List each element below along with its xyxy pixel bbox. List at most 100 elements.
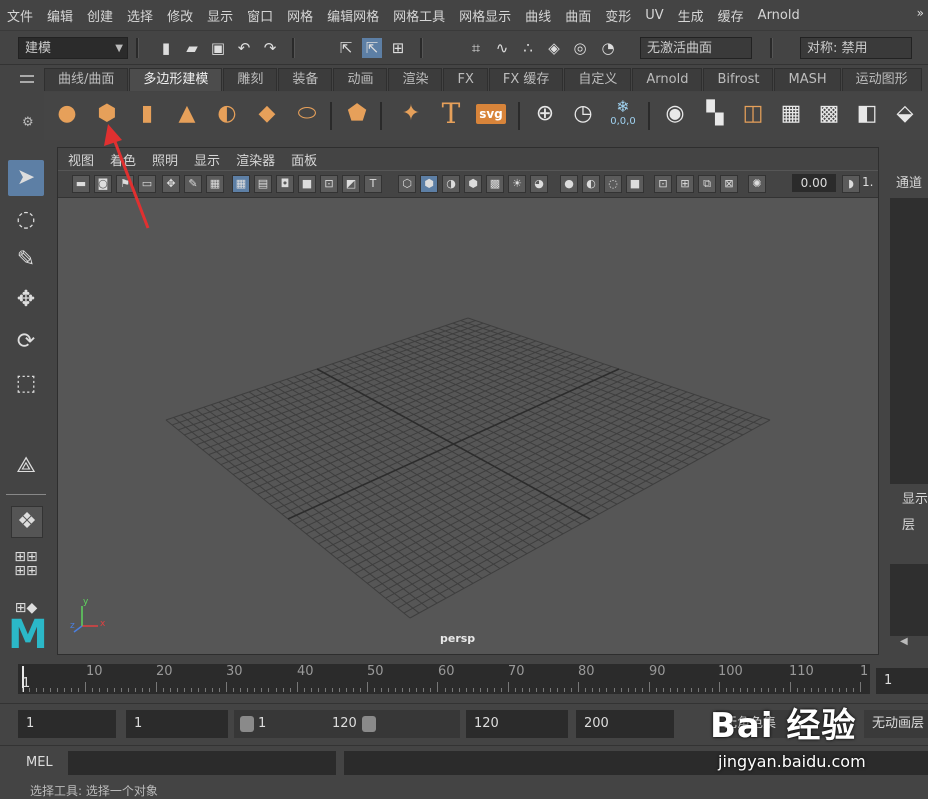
menu-uv[interactable]: UV	[638, 8, 670, 23]
tab-fx-caching[interactable]: FX 缓存	[488, 68, 564, 91]
poly-plane-icon[interactable]: ◆	[252, 98, 282, 130]
viewport-menu-view[interactable]: 视图	[60, 150, 102, 169]
four-view-icon[interactable]: ⊞⊞ ⊞⊞	[8, 550, 44, 584]
select-component-icon[interactable]: ⊞	[388, 38, 408, 58]
anti-alias-icon[interactable]: ◐	[582, 175, 600, 193]
menu-mesh-display[interactable]: 网格显示	[452, 6, 518, 25]
safe-title-icon[interactable]: T	[364, 175, 382, 193]
menu-arnold[interactable]: Arnold	[751, 8, 807, 23]
paint-select-icon[interactable]: ✎	[8, 242, 44, 278]
separate-icon[interactable]: ▚	[700, 98, 730, 130]
menu-select[interactable]: 选择	[120, 6, 160, 25]
boolean-icon[interactable]: ◧	[852, 98, 882, 130]
tab-arnold[interactable]: Arnold	[632, 68, 703, 91]
menu-overflow-icon[interactable]: »	[917, 6, 924, 20]
exposure-field[interactable]: 0.00	[792, 174, 836, 192]
live-surface-field[interactable]: 无激活曲面	[640, 37, 752, 59]
scroll-left-icon[interactable]: ◀	[900, 636, 908, 647]
tab-rigging[interactable]: 装备	[278, 68, 333, 91]
playback-end-field[interactable]: 120	[466, 710, 568, 738]
exposure-icon[interactable]: ✺	[748, 175, 766, 193]
menu-set-dropdown[interactable]: 建模 ▼	[18, 37, 128, 59]
poly-sphere-icon[interactable]: ●	[52, 98, 82, 130]
select-hierarchy-icon[interactable]: ⇱	[336, 38, 356, 58]
snap-surface-icon[interactable]: ◎	[570, 38, 590, 58]
menu-mesh-tools[interactable]: 网格工具	[386, 6, 452, 25]
svg-icon[interactable]: svg	[476, 104, 506, 124]
menu-deform[interactable]: 变形	[598, 6, 638, 25]
poly-disk-icon[interactable]: ⬭	[292, 98, 322, 130]
layer-editor-layers-label[interactable]: 层	[902, 514, 915, 533]
current-frame-field[interactable]: 1	[876, 668, 928, 694]
menu-edit[interactable]: 编辑	[40, 6, 80, 25]
tab-rendering[interactable]: 渲染	[388, 68, 443, 91]
range-end-handle[interactable]	[362, 716, 376, 732]
snap-point-icon[interactable]: ∴	[518, 38, 538, 58]
combine-icon[interactable]: ◉	[660, 98, 690, 130]
undo-icon[interactable]: ↶	[234, 38, 254, 58]
grid-icon[interactable]: ▦	[232, 175, 250, 193]
snap-grid-icon[interactable]: ⌗	[466, 38, 486, 58]
lasso-tool-icon[interactable]: ◌	[8, 202, 44, 238]
grid-toggle-icon[interactable]: ▦	[206, 175, 224, 193]
safe-action-icon[interactable]: ◩	[342, 175, 360, 193]
gate-mask-icon[interactable]: ■	[298, 175, 316, 193]
default-material-icon[interactable]: ◑	[442, 175, 460, 193]
menu-edit-mesh[interactable]: 编辑网格	[320, 6, 386, 25]
poly-torus-icon[interactable]: ◐	[212, 98, 242, 130]
viewport-menu-panels[interactable]: 面板	[283, 150, 325, 169]
menu-modify[interactable]: 修改	[160, 6, 200, 25]
tab-bifrost[interactable]: Bifrost	[703, 68, 774, 91]
menu-generate[interactable]: 生成	[671, 6, 711, 25]
select-object-icon[interactable]: ⇱	[362, 38, 382, 58]
tab-fx[interactable]: FX	[443, 68, 488, 91]
single-view-icon[interactable]: ❖	[11, 506, 43, 538]
menu-display[interactable]: 显示	[200, 6, 240, 25]
animation-start-field[interactable]: 1	[18, 710, 116, 738]
extract-icon[interactable]: ▩	[814, 98, 844, 130]
gamma-field[interactable]: 1.	[862, 175, 873, 189]
isolate-icon[interactable]: ■	[626, 175, 644, 193]
resolution-gate-icon[interactable]: ◘	[276, 175, 294, 193]
xray-component-icon[interactable]: ⧉	[698, 175, 716, 193]
sweep-mesh-icon[interactable]: ⊕	[530, 98, 560, 130]
select-tool-icon[interactable]: ➤	[8, 160, 44, 196]
layer-editor-display-tab[interactable]: 显示	[902, 488, 928, 507]
viewport-menu-show[interactable]: 显示	[186, 150, 228, 169]
ao-icon[interactable]: ◕	[530, 175, 548, 193]
grease-pencil-icon[interactable]: ✎	[184, 175, 202, 193]
menu-cache[interactable]: 缓存	[711, 6, 751, 25]
channel-box-title[interactable]: 通道	[896, 172, 922, 191]
poly-text-icon[interactable]: T	[436, 98, 466, 130]
tab-animation[interactable]: 动画	[333, 68, 388, 91]
tab-motion-graphics[interactable]: 运动图形	[841, 68, 922, 91]
range-start-handle[interactable]	[240, 716, 254, 732]
xray-icon[interactable]: ⊡	[654, 175, 672, 193]
viewport-menu-renderer[interactable]: 渲染器	[228, 150, 283, 169]
2d-pan-icon[interactable]: ✥	[162, 175, 180, 193]
dof-icon[interactable]: ◌	[604, 175, 622, 193]
playback-start-field[interactable]: 1	[126, 710, 228, 738]
mirror-icon[interactable]: ◫	[738, 98, 768, 130]
shelf-gear-icon[interactable]: ⚙	[22, 115, 34, 130]
snap-curve-icon[interactable]: ∿	[492, 38, 512, 58]
save-scene-icon[interactable]: ▣	[208, 38, 228, 58]
tab-custom[interactable]: 自定义	[564, 68, 632, 91]
bevel-icon[interactable]: ◷	[568, 98, 598, 130]
menu-curves[interactable]: 曲线	[518, 6, 558, 25]
wireframe-icon[interactable]: ⬡	[398, 175, 416, 193]
poly-cone-icon[interactable]: ▲	[172, 98, 202, 130]
symmetry-dropdown[interactable]: 对称: 禁用	[800, 37, 912, 59]
tab-sculpting[interactable]: 雕刻	[223, 68, 278, 91]
command-input[interactable]	[68, 751, 336, 775]
snap-view-icon[interactable]: ◈	[544, 38, 564, 58]
layer-list[interactable]	[890, 564, 928, 636]
tab-curves-surfaces[interactable]: 曲线/曲面	[44, 68, 129, 91]
film-gate-icon[interactable]: ▤	[254, 175, 272, 193]
lights-icon[interactable]: ☀	[508, 175, 526, 193]
scale-tool-icon[interactable]: ⬚	[8, 366, 44, 402]
rotate-tool-icon[interactable]: ⟳	[8, 324, 44, 360]
textured-icon[interactable]: ⬢	[464, 175, 482, 193]
camera-select-icon[interactable]: ▬	[72, 175, 90, 193]
menu-windows[interactable]: 窗口	[240, 6, 280, 25]
